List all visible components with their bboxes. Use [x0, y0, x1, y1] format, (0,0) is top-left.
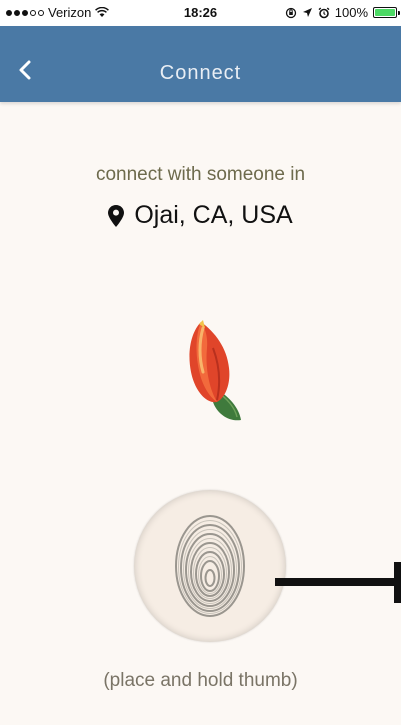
- status-bar: Verizon 18:26 100%: [0, 0, 401, 26]
- arrow-end-bar: [394, 562, 401, 603]
- battery-icon: [373, 7, 400, 18]
- battery-tip: [398, 11, 400, 15]
- map-pin-icon: [108, 204, 125, 227]
- battery-percent: 100%: [334, 5, 368, 20]
- alarm-icon: [318, 6, 330, 18]
- nav-bar: Connect: [0, 26, 401, 102]
- connect-prompt: connect with someone in: [95, 164, 306, 185]
- tulip-bud-icon: [189, 320, 241, 421]
- arrow-line: [275, 578, 397, 586]
- page-title: Connect: [159, 62, 242, 84]
- orientation-lock-icon: [285, 7, 296, 18]
- status-right: 100%: [285, 5, 400, 20]
- fingerprint-icon: [175, 515, 245, 617]
- battery-fill: [375, 9, 395, 16]
- location-label: Ojai, CA, USA: [134, 201, 293, 229]
- thumb-scan-button[interactable]: [134, 490, 286, 642]
- hold-thumb-hint: (place and hold thumb): [103, 670, 298, 691]
- location-row: Ojai, CA, USA: [0, 201, 401, 230]
- location-arrow-icon: [302, 8, 312, 17]
